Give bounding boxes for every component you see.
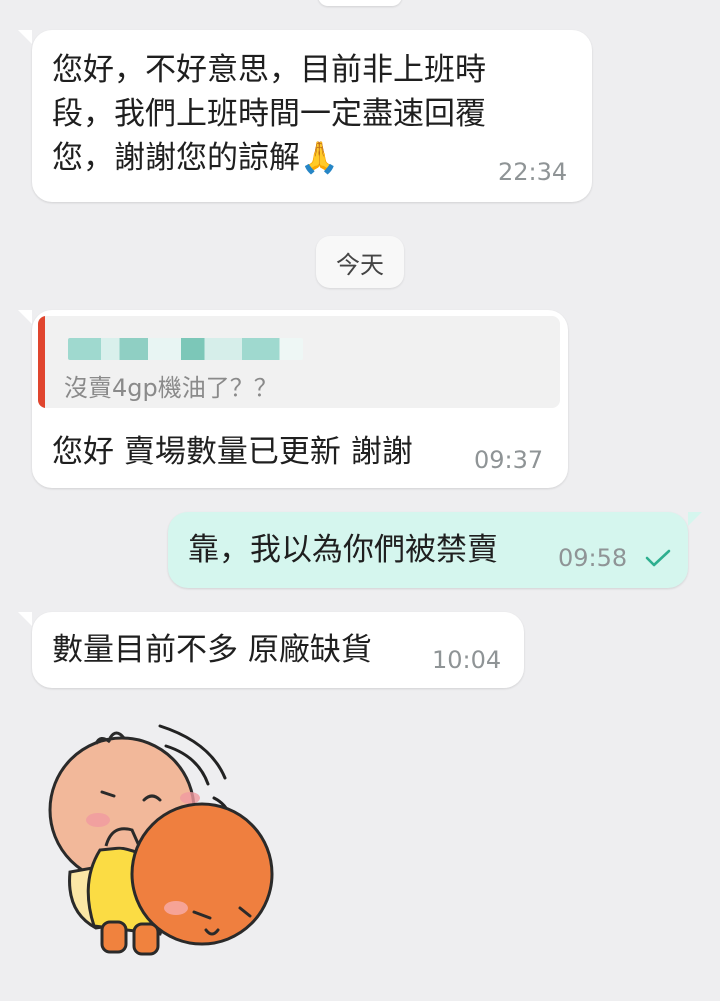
message-time: 09:37	[474, 446, 544, 474]
bubble-tail	[688, 512, 702, 526]
bubble-tail	[18, 612, 32, 626]
quoted-message[interactable]: 沒賣4gp機油了？？	[38, 316, 560, 408]
quoted-text: 沒賣4gp機油了？？	[64, 374, 278, 402]
message-line: 段，我們上班時間一定盡速回覆	[52, 96, 486, 132]
sticker-image[interactable]	[40, 712, 300, 972]
message-time: 10:04	[432, 646, 502, 674]
previous-message-stub	[318, 0, 402, 6]
message-time: 09:58	[558, 544, 628, 572]
message-bubble-outgoing[interactable]: 靠，我以為你們被禁賣 09:58	[168, 512, 688, 588]
bubble-tail	[18, 310, 32, 324]
check-icon	[645, 549, 671, 567]
message-bubble-incoming[interactable]: 數量目前不多 原廠缺貨 10:04	[32, 612, 524, 688]
message-text: 數量目前不多 原廠缺貨	[52, 632, 372, 668]
message-time: 22:34	[498, 158, 568, 186]
quote-bar	[38, 316, 45, 408]
message-text: 靠，我以為你們被禁賣	[188, 532, 498, 568]
date-separator: 今天	[316, 236, 404, 288]
message-bubble-incoming[interactable]: 您好，不好意思，目前非上班時 段，我們上班時間一定盡速回覆 您，謝謝您的諒解🙏 …	[32, 30, 592, 202]
message-line: 您好，不好意思，目前非上班時	[52, 52, 486, 88]
bubble-tail	[18, 30, 32, 44]
blurred-name	[68, 338, 303, 360]
message-text: 您好 賣場數量已更新 謝謝	[52, 434, 413, 470]
message-line: 您，謝謝您的諒解🙏	[52, 140, 339, 176]
